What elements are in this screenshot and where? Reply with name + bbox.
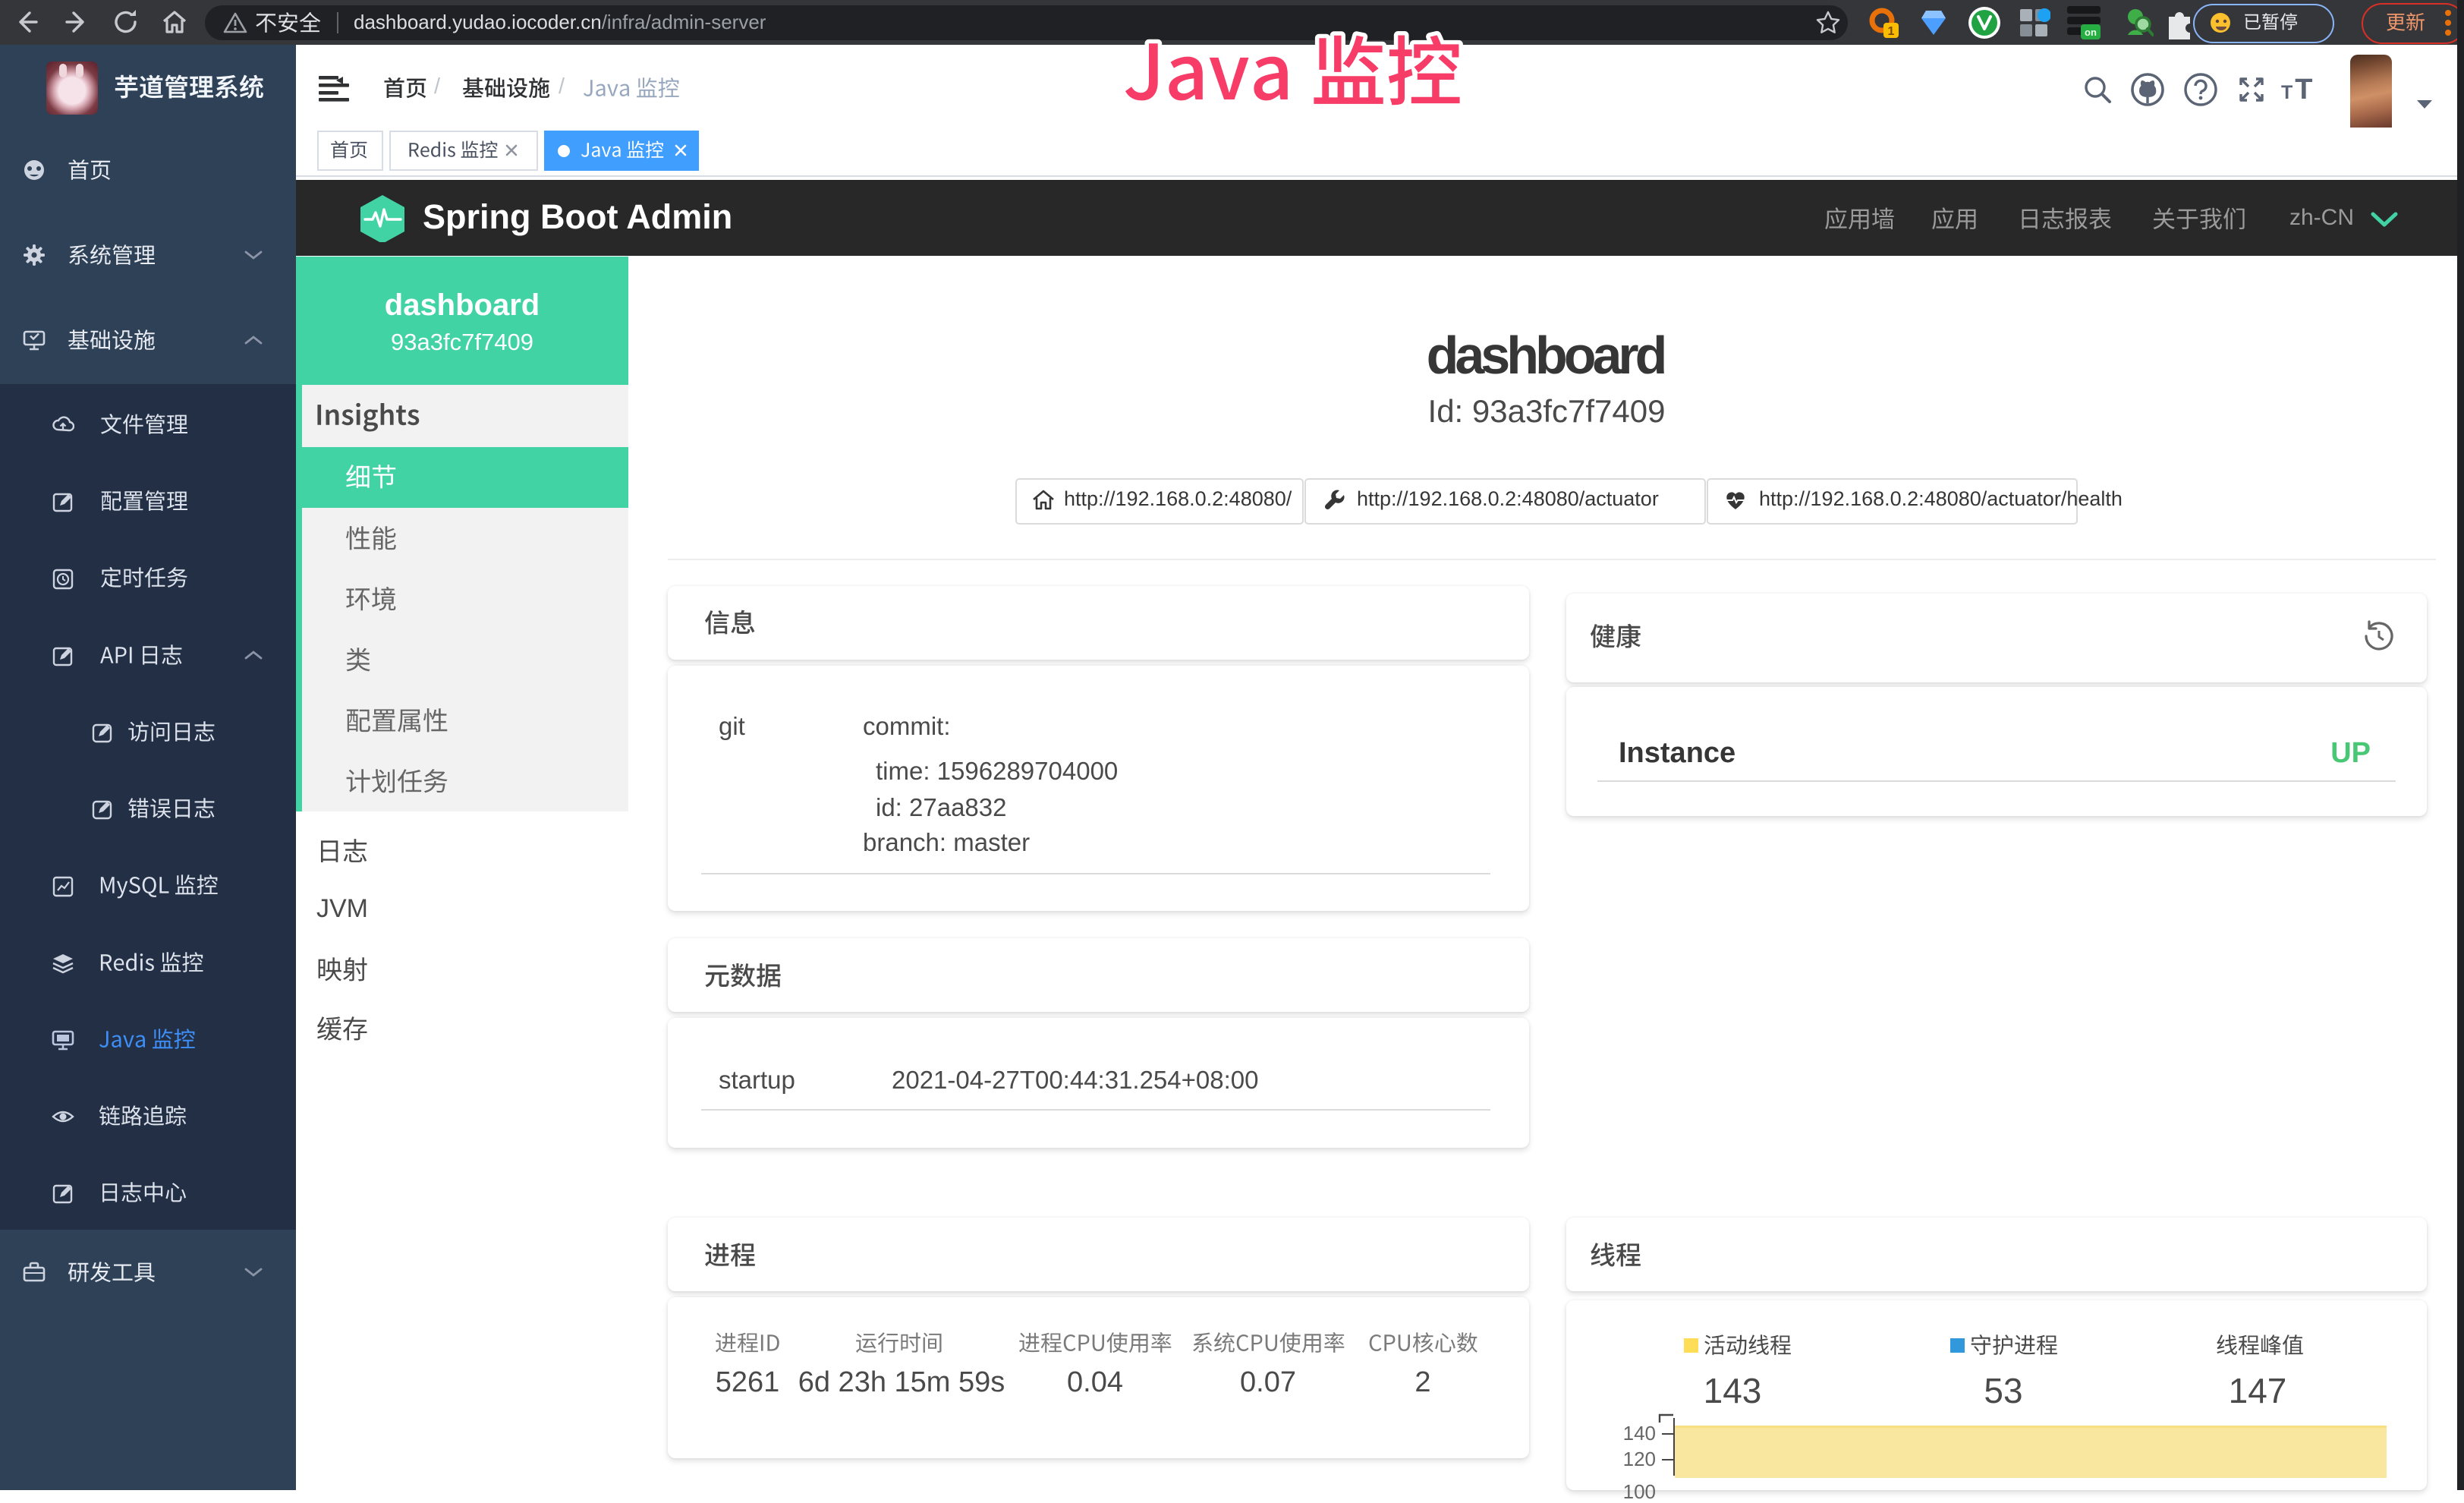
svg-text:on: on [2085, 27, 2097, 38]
svg-text:1: 1 [1888, 25, 1895, 38]
